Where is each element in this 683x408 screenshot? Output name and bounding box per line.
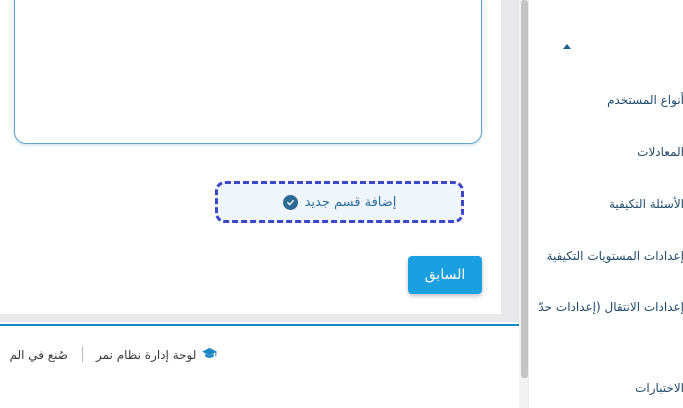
sidebar: أنواع المستخدم المعادلات الأسئلة التكيفي… (528, 0, 683, 408)
footer-made-text: صُنع في الم (9, 348, 68, 362)
add-section-label: إضافة قسم جديد (304, 194, 397, 210)
content-area: إضافة قسم جديد السابق (0, 0, 520, 322)
previous-button[interactable]: السابق (408, 256, 482, 294)
sidebar-item-label: المعادلات (637, 145, 683, 159)
footer-brand-text: لوحة إدارة نظام نمر (96, 348, 197, 362)
graduation-cap-icon (201, 347, 218, 363)
sidebar-item-label: أنواع المستخدم (607, 93, 683, 107)
sidebar-item-label: إعدادات المستويات التكيفية (546, 249, 683, 263)
form-card: إضافة قسم جديد السابق (0, 0, 501, 314)
footer-made-in: صُنع في الم (9, 345, 68, 365)
previous-button-label: السابق (424, 267, 466, 283)
description-textarea[interactable] (14, 0, 482, 144)
sidebar-item-label: الاختبارات (635, 381, 683, 395)
caret-up-icon[interactable] (563, 44, 571, 49)
sidebar-item-equations[interactable]: المعادلات (637, 145, 683, 167)
sidebar-item-tests[interactable]: الاختبارات (635, 381, 683, 403)
check-circle-icon (282, 194, 298, 210)
sidebar-item-user-types[interactable]: أنواع المستخدم (607, 93, 683, 115)
sidebar-item-adaptive-levels[interactable]: إعدادات المستويات التكيفية (547, 249, 683, 271)
scrollbar-thumb[interactable] (521, 0, 528, 378)
footer-brand: لوحة إدارة نظام نمر (96, 345, 218, 365)
footer-separator (82, 346, 83, 362)
footer-divider (0, 324, 520, 326)
sidebar-item-adaptive-questions[interactable]: الأسئلة التكيفية (609, 197, 683, 219)
sidebar-item-label: الأسئلة التكيفية (608, 197, 683, 211)
sidebar-item-label: إعدادات الانتقال (إعدادات حدّ (538, 300, 683, 314)
sidebar-item-transition-settings[interactable]: إعدادات الانتقال (إعدادات حدّ (538, 300, 683, 322)
add-section-button[interactable]: إضافة قسم جديد (215, 181, 464, 223)
